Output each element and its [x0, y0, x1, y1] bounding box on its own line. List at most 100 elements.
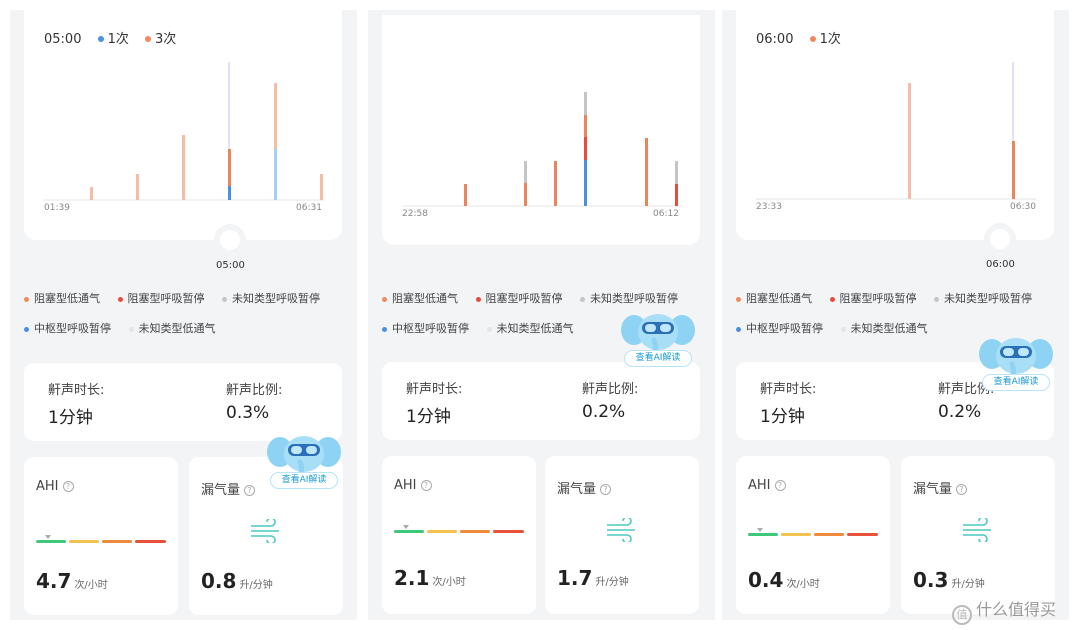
leak-value: 0.8 升/分钟	[201, 569, 273, 593]
ai-interpret-badge[interactable]: 查看AI解读	[978, 332, 1054, 394]
snore-duration-label: 鼾声时长:	[48, 383, 105, 398]
events-chart-card[interactable]: 22:58 06:12	[382, 15, 700, 245]
ai-interpret-badge[interactable]: 查看AI解读	[620, 308, 696, 370]
event-bar	[274, 83, 277, 149]
help-icon[interactable]: ?	[420, 480, 432, 491]
events-bar-chart	[756, 62, 1036, 200]
legend-dot-icon	[736, 326, 741, 332]
ahi-value: 4.7 次/小时	[36, 569, 108, 593]
snore-ratio-value: 0.2%	[938, 402, 982, 422]
snore-duration-label: 鼾声时长:	[760, 382, 817, 397]
view-ai-interpretation-button[interactable]: 查看AI解读	[270, 472, 338, 489]
event-bar	[584, 137, 587, 160]
legend-dot-icon	[486, 326, 492, 332]
site-watermark: 值什么值得买	[952, 596, 1056, 625]
ahi-severity-scale	[748, 528, 880, 538]
elephant-mascot-icon	[979, 338, 1053, 381]
legend-dot-icon	[24, 296, 29, 302]
chart-start-time: 01:39	[44, 203, 70, 213]
snore-duration-value: 1分钟	[760, 407, 805, 427]
legend-item: 阻塞型呼吸暂停	[117, 290, 205, 306]
events-bar-chart	[44, 62, 324, 201]
event-bar	[908, 83, 911, 199]
legend-dot-icon	[382, 326, 387, 332]
legend-item: 未知类型低通气	[486, 320, 574, 336]
sleep-report-panel: 05:00 1次 3次 01:39 06:31 05:00 阻塞型低通气 阻塞型…	[10, 10, 357, 620]
legend-dot-icon	[382, 296, 387, 302]
legend-item: 未知类型呼吸暂停	[934, 290, 1032, 306]
legend-dot-icon	[128, 326, 134, 332]
legend-item: 中枢型呼吸暂停	[382, 320, 469, 336]
ahi-title: AHI?	[36, 479, 74, 494]
help-icon[interactable]: ?	[600, 484, 612, 495]
event-bar	[228, 186, 231, 200]
event-bar	[274, 149, 277, 200]
view-ai-interpretation-button[interactable]: 查看AI解读	[982, 374, 1050, 391]
snore-summary-card: 鼾声时长: 1分钟 鼾声比例: 0.2%	[382, 362, 700, 440]
ahi-card[interactable]: AHI? 4.7 次/小时	[24, 457, 178, 615]
chart-scrub-handle[interactable]	[220, 230, 240, 250]
event-type-legend: 阻塞型低通气 阻塞型呼吸暂停 未知类型呼吸暂停 中枢型呼吸暂停 未知类型低通气	[736, 290, 1046, 336]
event-bar	[524, 161, 527, 183]
help-icon[interactable]: ?	[956, 484, 968, 495]
leak-title: 漏气量?	[557, 478, 612, 497]
event-bar	[136, 174, 139, 200]
sleep-report-panel: 22:58 06:12 阻塞型低通气 阻塞型呼吸暂停 未知类型呼吸暂停 中枢型呼…	[368, 10, 715, 620]
leak-card[interactable]: 漏气量? 1.7 升/分钟	[545, 456, 699, 614]
legend-dot-icon	[24, 326, 29, 332]
legend-dot-icon	[840, 326, 846, 332]
ahi-card[interactable]: AHI? 2.1 次/小时	[382, 456, 536, 614]
snore-duration-label: 鼾声时长:	[406, 382, 463, 397]
events-chart-card[interactable]: 05:00 1次 3次 01:39 06:31	[24, 10, 342, 240]
leak-value: 1.7 升/分钟	[557, 566, 629, 590]
event-bar	[524, 183, 527, 206]
elephant-mascot-icon	[267, 436, 341, 479]
legend-item: 未知类型呼吸暂停	[580, 290, 678, 306]
event-bar	[464, 184, 467, 206]
snore-ratio-label: 鼾声比例:	[582, 382, 639, 397]
sleep-report-panel: 06:00 1次 23:33 06:30 06:00 阻塞型低通气 阻塞型呼吸暂…	[722, 10, 1069, 620]
event-bar	[584, 160, 587, 206]
chart-start-time: 23:33	[756, 202, 782, 212]
leak-card[interactable]: 漏气量? 0.3 升/分钟	[901, 456, 1055, 614]
event-bar	[1012, 141, 1015, 199]
chart-end-time: 06:12	[653, 209, 679, 219]
ahi-value: 2.1 次/小时	[394, 566, 466, 590]
legend-dot-icon	[475, 296, 481, 302]
event-bar	[320, 174, 323, 200]
event-bar	[182, 135, 185, 200]
snore-duration-value: 1分钟	[406, 407, 451, 427]
wind-icon	[607, 518, 635, 542]
view-ai-interpretation-button[interactable]: 查看AI解读	[624, 350, 692, 367]
ahi-title: AHI?	[748, 478, 786, 493]
elephant-mascot-icon	[621, 314, 695, 357]
legend-item: 未知类型低通气	[840, 320, 928, 336]
scrub-time-label: 05:00	[216, 260, 245, 271]
watermark-logo-icon: 值	[952, 605, 972, 625]
snore-duration-value: 1分钟	[48, 408, 93, 428]
legend-item: 阻塞型低通气	[382, 290, 458, 306]
ahi-severity-scale	[36, 535, 168, 545]
events-chart-card[interactable]: 06:00 1次 23:33 06:30	[736, 10, 1054, 240]
legend-dot-icon	[829, 296, 835, 302]
chart-scrub-handle[interactable]	[990, 229, 1010, 249]
ahi-card[interactable]: AHI? 0.4 次/小时	[736, 456, 890, 614]
help-icon[interactable]: ?	[774, 480, 786, 491]
legend-dot-icon	[117, 296, 123, 302]
scrub-time-label: 06:00	[986, 259, 1015, 270]
legend-item: 阻塞型低通气	[736, 290, 812, 306]
legend-item: 阻塞型呼吸暂停	[829, 290, 917, 306]
help-icon[interactable]: ?	[62, 481, 74, 492]
ahi-severity-scale	[394, 525, 526, 535]
event-bar	[584, 92, 587, 115]
ai-interpret-badge[interactable]: 查看AI解读	[266, 430, 342, 492]
wind-icon	[963, 518, 991, 542]
leak-title: 漏气量?	[913, 478, 968, 497]
snore-ratio-value: 0.2%	[582, 402, 626, 422]
legend-item: 阻塞型呼吸暂停	[475, 290, 563, 306]
legend-item: 中枢型呼吸暂停	[736, 320, 823, 336]
legend-item: 未知类型低通气	[128, 320, 216, 336]
legend-dot-icon	[736, 296, 741, 302]
help-icon[interactable]: ?	[244, 485, 256, 496]
event-bar	[228, 149, 231, 186]
